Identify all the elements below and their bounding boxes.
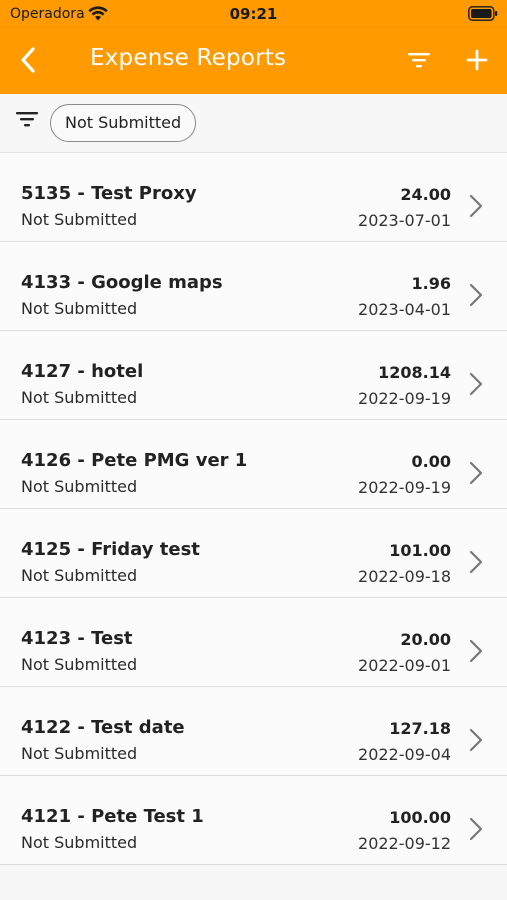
- chevron-right-icon: [469, 817, 483, 841]
- report-date: 2022-09-19: [358, 389, 451, 408]
- report-amount: 1.96: [411, 274, 451, 293]
- chevron-right-icon: [469, 461, 483, 485]
- status-filter-chip[interactable]: Not Submitted: [50, 104, 197, 142]
- report-row[interactable]: 4123 - Test Not Submitted 20.00 2022-09-…: [0, 598, 507, 687]
- filter-button[interactable]: [400, 42, 438, 78]
- page-title: Expense Reports: [90, 45, 287, 71]
- report-title: 4123 - Test: [21, 628, 133, 649]
- chevron-right-icon: [469, 639, 483, 663]
- chevron-left-icon: [21, 47, 35, 73]
- report-date: 2023-04-01: [358, 300, 451, 319]
- report-status: Not Submitted: [21, 655, 138, 674]
- report-status: Not Submitted: [21, 477, 138, 496]
- report-list: 5135 - Test Proxy Not Submitted 24.00 20…: [0, 153, 507, 865]
- report-title: 4127 - hotel: [21, 361, 144, 382]
- report-amount: 20.00: [400, 630, 451, 649]
- report-title: 4122 - Test date: [21, 717, 185, 738]
- report-date: 2022-09-01: [358, 656, 451, 675]
- chevron-right-icon: [469, 728, 483, 752]
- status-time: 09:21: [229, 5, 278, 23]
- report-status: Not Submitted: [21, 566, 138, 585]
- active-filters-bar: Not Submitted: [0, 94, 507, 153]
- navigation-bar: Expense Reports: [0, 28, 507, 94]
- report-status: Not Submitted: [21, 833, 138, 852]
- report-row[interactable]: 4121 - Pete Test 1 Not Submitted 100.00 …: [0, 776, 507, 865]
- report-date: 2023-07-01: [358, 211, 451, 230]
- report-row[interactable]: 4127 - hotel Not Submitted 1208.14 2022-…: [0, 331, 507, 420]
- report-row[interactable]: 4122 - Test date Not Submitted 127.18 20…: [0, 687, 507, 776]
- report-row[interactable]: 4125 - Friday test Not Submitted 101.00 …: [0, 509, 507, 598]
- chevron-right-icon: [469, 194, 483, 218]
- battery-icon: [468, 6, 498, 21]
- report-status: Not Submitted: [21, 744, 138, 763]
- chevron-right-icon: [469, 372, 483, 396]
- filter-icon: [408, 53, 430, 68]
- report-title: 5135 - Test Proxy: [21, 183, 197, 204]
- report-amount: 100.00: [389, 808, 451, 827]
- report-status: Not Submitted: [21, 299, 138, 318]
- report-row[interactable]: 4126 - Pete PMG ver 1 Not Submitted 0.00…: [0, 420, 507, 509]
- report-row[interactable]: 5135 - Test Proxy Not Submitted 24.00 20…: [0, 153, 507, 242]
- report-row[interactable]: 4133 - Google maps Not Submitted 1.96 20…: [0, 242, 507, 331]
- plus-icon: [466, 49, 488, 71]
- report-date: 2022-09-19: [358, 478, 451, 497]
- status-bar: Operadora 09:21: [0, 0, 507, 28]
- report-amount: 1208.14: [378, 363, 451, 382]
- report-amount: 101.00: [389, 541, 451, 560]
- chevron-right-icon: [469, 550, 483, 574]
- report-date: 2022-09-04: [358, 745, 451, 764]
- report-status: Not Submitted: [21, 210, 138, 229]
- report-title: 4133 - Google maps: [21, 272, 223, 293]
- report-title: 4121 - Pete Test 1: [21, 806, 204, 827]
- report-amount: 0.00: [411, 452, 451, 471]
- filter-icon[interactable]: [15, 110, 39, 128]
- report-title: 4125 - Friday test: [21, 539, 200, 560]
- report-date: 2022-09-12: [358, 834, 451, 853]
- report-amount: 24.00: [400, 185, 451, 204]
- report-date: 2022-09-18: [358, 567, 451, 586]
- back-button[interactable]: [10, 42, 46, 78]
- chevron-right-icon: [469, 283, 483, 307]
- report-title: 4126 - Pete PMG ver 1: [21, 450, 248, 471]
- report-status: Not Submitted: [21, 388, 138, 407]
- report-amount: 127.18: [389, 719, 451, 738]
- add-report-button[interactable]: [458, 42, 496, 78]
